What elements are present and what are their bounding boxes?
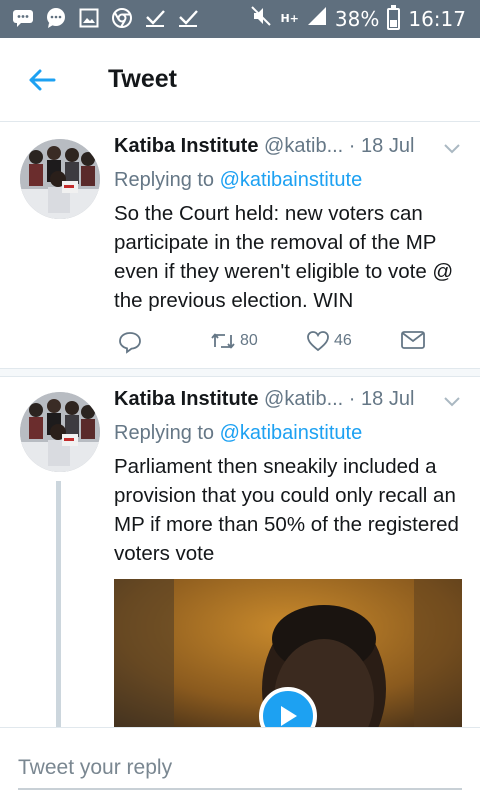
like-button[interactable]: 46 xyxy=(306,330,352,352)
chat-icon xyxy=(12,7,34,29)
tweet-actions: 80 46 xyxy=(114,330,434,356)
avatar[interactable] xyxy=(20,139,100,219)
signal-icon xyxy=(307,5,327,32)
tweet[interactable]: Katiba Institute @katib... · 18 Jul Repl… xyxy=(0,124,480,369)
thread-line xyxy=(56,481,61,727)
reply-input[interactable] xyxy=(18,748,462,790)
back-arrow-icon xyxy=(29,69,56,91)
tweet-text: Parliament then sneakily included a prov… xyxy=(114,455,459,565)
reply-button[interactable] xyxy=(118,330,142,354)
reply-icon xyxy=(119,332,141,354)
check-icon xyxy=(144,7,166,29)
share-via-message-button[interactable] xyxy=(400,330,426,350)
tweet[interactable]: Katiba Institute @katib... · 18 Jul Repl… xyxy=(0,376,480,727)
replying-label: Replying to xyxy=(114,422,215,444)
retweet-count: 80 xyxy=(240,332,258,349)
replying-to: Replying to @katibainstitute xyxy=(114,422,362,445)
replying-handle-link[interactable]: @katibainstitute xyxy=(220,169,363,191)
header: Tweet xyxy=(0,38,480,122)
replying-label: Replying to xyxy=(114,169,215,191)
chevron-down-icon[interactable] xyxy=(442,395,462,409)
author-name[interactable]: Katiba Institute xyxy=(114,388,258,410)
network-type: H+ xyxy=(280,12,299,25)
tweet-header: Katiba Institute @katib... · 18 Jul xyxy=(114,388,454,411)
heart-icon xyxy=(307,331,329,352)
retweet-button[interactable]: 80 xyxy=(210,330,258,352)
replying-to: Replying to @katibainstitute xyxy=(114,169,362,192)
divider xyxy=(0,369,480,376)
envelope-icon xyxy=(401,331,425,349)
author-name[interactable]: Katiba Institute xyxy=(114,135,258,157)
avatar[interactable] xyxy=(20,392,100,472)
play-icon xyxy=(281,706,297,726)
replying-handle-link[interactable]: @katibainstitute xyxy=(220,422,363,444)
mute-icon xyxy=(250,5,272,32)
back-button[interactable] xyxy=(26,65,58,95)
tweet-header: Katiba Institute @katib... · 18 Jul xyxy=(114,135,454,158)
tweet-thread: Katiba Institute @katib... · 18 Jul Repl… xyxy=(0,124,480,727)
check-icon xyxy=(177,7,199,29)
tweet-text: So the Court held: new voters can partic… xyxy=(114,202,454,312)
status-bar: H+ 38% 16:17 xyxy=(0,0,480,38)
author-handle[interactable]: @katib... xyxy=(264,135,343,157)
page-title: Tweet xyxy=(108,65,177,93)
clock: 16:17 xyxy=(408,6,466,31)
retweet-icon xyxy=(211,333,235,349)
battery-percent: 38% xyxy=(334,6,380,31)
tweet-date: · 18 Jul xyxy=(348,135,415,157)
image-icon xyxy=(78,7,100,29)
tweet-date: · 18 Jul xyxy=(348,388,415,410)
battery-icon xyxy=(387,4,401,30)
chrome-icon xyxy=(111,7,133,29)
reply-bar xyxy=(0,727,480,800)
video-thumbnail[interactable] xyxy=(114,579,462,727)
message-icon xyxy=(45,7,67,29)
author-handle[interactable]: @katib... xyxy=(264,388,343,410)
chevron-down-icon[interactable] xyxy=(442,142,462,156)
like-count: 46 xyxy=(334,332,352,349)
